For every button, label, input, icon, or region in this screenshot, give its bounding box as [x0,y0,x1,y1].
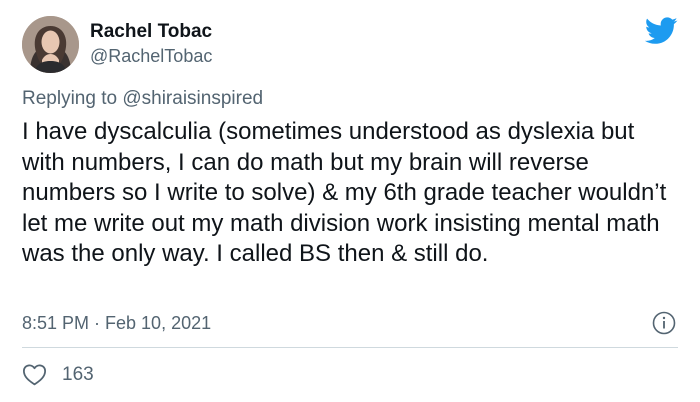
author-handle[interactable]: @RachelTobac [90,46,212,67]
info-icon[interactable] [652,311,676,335]
mention-link[interactable]: @shiraisinspired [122,88,263,109]
heart-icon[interactable] [22,363,47,386]
avatar[interactable] [22,16,79,73]
divider [22,347,678,348]
tweet-text: I have dyscalculia (sometimes understood… [22,118,667,267]
twitter-bird-icon[interactable] [645,17,678,45]
replying-to-line: Replying to @shiraisinspired [22,88,263,110]
timestamp[interactable]: 8:51 PM · Feb 10, 2021 [22,313,211,334]
replying-to-label: Replying to [22,88,123,109]
tweet-card: Rachel Tobac @RachelTobac Replying to @s… [0,0,700,402]
like-count: 163 [62,364,94,385]
author-name[interactable]: Rachel Tobac [90,21,212,43]
